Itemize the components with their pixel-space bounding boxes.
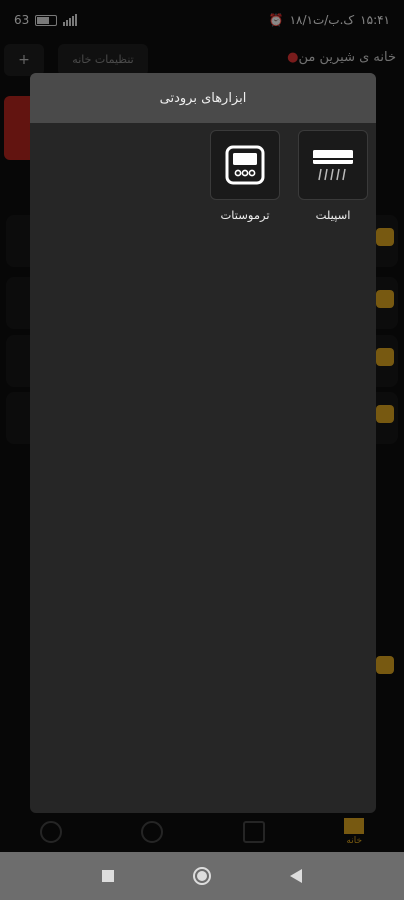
home-button[interactable] (191, 865, 213, 887)
bg-yellow-icon (376, 405, 394, 423)
battery-level: 63 (14, 13, 30, 27)
add-home-button[interactable]: + (4, 44, 44, 76)
battery-icon (35, 14, 58, 26)
bg-yellow-icon (376, 656, 394, 674)
device-label-split: اسپیلت (315, 208, 351, 222)
bottom-nav: خانه (0, 812, 404, 852)
home-icon (344, 818, 365, 834)
bg-yellow-icon (376, 290, 394, 308)
recents-button[interactable] (97, 865, 119, 887)
status-time: ۱۵:۴۱ (360, 13, 390, 27)
modal-title: ابزارهای برودتی (159, 90, 247, 106)
circle-icon (193, 867, 211, 885)
device-thermostat[interactable]: ترموستات (210, 130, 280, 222)
device-tile[interactable] (298, 130, 368, 200)
nav-dashboard-icon[interactable] (141, 821, 164, 843)
nav-home-label: خانه (346, 836, 363, 846)
status-date: ۱۸/۱ک.ب/ت (289, 13, 355, 27)
system-nav-bar (0, 852, 404, 900)
home-name-label: خانه ی شیرین من (298, 50, 396, 65)
nav-grid-icon[interactable] (242, 821, 265, 843)
back-button[interactable] (285, 865, 307, 887)
status-left: 63 (14, 13, 78, 27)
cooling-tools-modal: ابزارهای برودتی اسپیلت ترموستات (30, 73, 376, 813)
thermostat-icon (225, 145, 265, 185)
alarm-icon: ⏰ (268, 13, 284, 27)
bg-yellow-icon (376, 228, 394, 246)
triangle-back-icon (290, 869, 302, 883)
signal-icon (63, 14, 78, 26)
device-label-thermostat: ترموستات (220, 208, 270, 222)
home-title: خانه ی شیرین من● (283, 50, 396, 65)
square-icon (102, 870, 114, 882)
split-ac-icon (313, 150, 353, 181)
bg-yellow-icon (376, 348, 394, 366)
device-tile[interactable] (210, 130, 280, 200)
status-bar: 63 ⏰ ۱۸/۱ک.ب/ت ۱۵:۴۱ (0, 0, 404, 40)
home-status-dot: ● (287, 50, 299, 65)
nav-clock-icon[interactable] (39, 821, 62, 843)
home-settings-button[interactable]: تنظیمات خانه (58, 44, 148, 76)
device-grid: اسپیلت ترموستات (210, 130, 368, 222)
nav-home[interactable]: خانه (344, 818, 365, 846)
status-right: ⏰ ۱۸/۱ک.ب/ت ۱۵:۴۱ (269, 13, 390, 27)
modal-header: ابزارهای برودتی (30, 73, 376, 123)
device-split[interactable]: اسپیلت (298, 130, 368, 222)
